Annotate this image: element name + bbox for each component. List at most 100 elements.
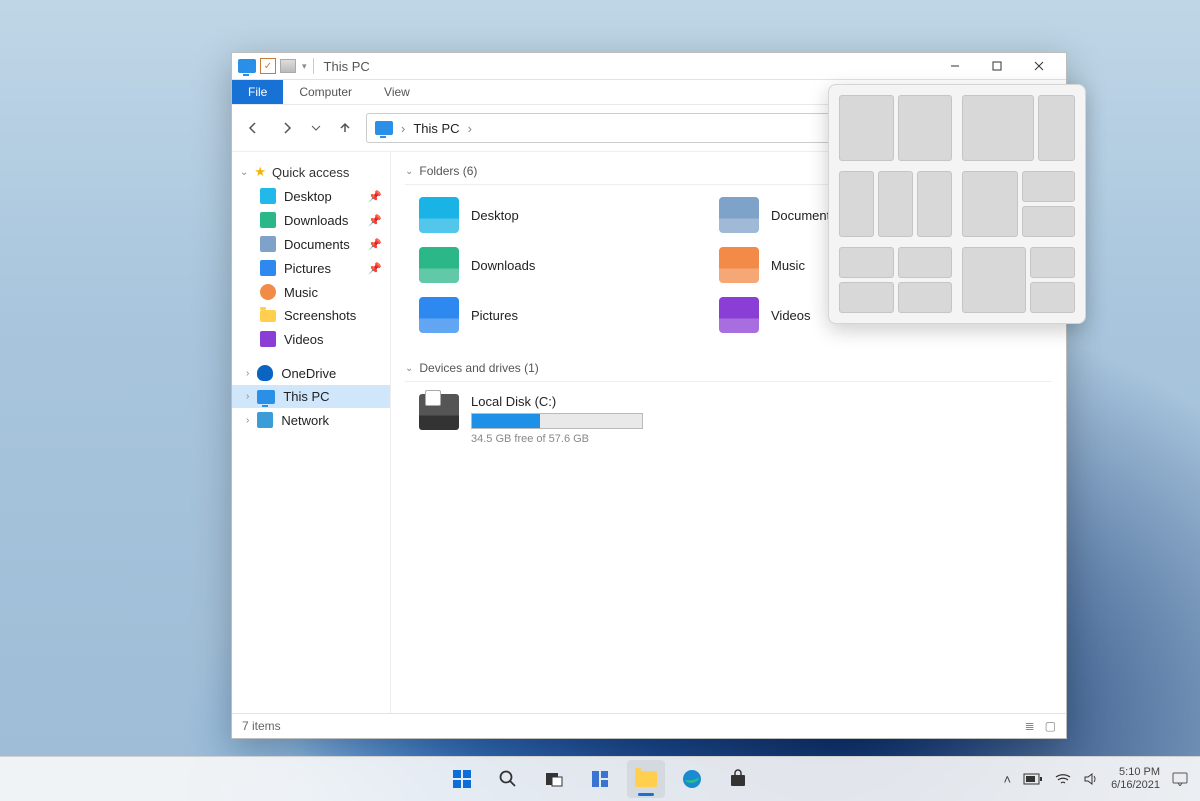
folder-icon [260, 310, 276, 322]
network-icon [257, 412, 273, 428]
folder-icon [719, 247, 759, 283]
pin-icon: 📌 [368, 214, 382, 227]
maximize-button[interactable] [976, 53, 1018, 79]
taskbar[interactable]: ˄ 5:10 PM 6/16/2021 [0, 756, 1200, 801]
drive-label: Local Disk (C:) [471, 394, 643, 409]
properties-icon[interactable]: ✓ [260, 58, 276, 74]
tab-computer[interactable]: Computer [283, 80, 368, 104]
pin-icon: 📌 [368, 190, 382, 203]
chevron-down-icon: ⌄ [240, 167, 248, 178]
folder-item[interactable]: Pictures [415, 293, 675, 337]
sidebar-item-onedrive[interactable]: ›OneDrive [232, 361, 390, 385]
back-button[interactable] [240, 115, 266, 141]
taskbar-edge[interactable] [673, 760, 711, 798]
folder-label: Downloads [471, 258, 535, 273]
folder-label: Desktop [471, 208, 519, 223]
pictures-icon [260, 260, 276, 276]
sidebar-item-network[interactable]: ›Network [232, 408, 390, 432]
statusbar: 7 items ≣ ▢ [232, 713, 1066, 738]
folder-label: Music [771, 258, 805, 273]
wifi-icon[interactable] [1055, 772, 1071, 786]
folder-icon [419, 297, 459, 333]
window-controls [934, 53, 1060, 79]
sidebar-item-pictures[interactable]: Pictures📌 [232, 256, 390, 280]
status-item-count: 7 items [242, 719, 281, 733]
close-button[interactable] [1018, 53, 1060, 79]
snap-option-quarters[interactable] [839, 247, 952, 313]
battery-icon[interactable] [1023, 773, 1043, 785]
chevron-down-icon: ⌄ [405, 166, 413, 177]
taskbar-file-explorer[interactable] [627, 760, 665, 798]
titlebar[interactable]: ✓ ▾ This PC [232, 53, 1066, 80]
cloud-icon [257, 365, 273, 381]
window-title: This PC [324, 59, 370, 74]
pin-icon: 📌 [368, 262, 382, 275]
tab-view[interactable]: View [368, 80, 426, 104]
desktop-icon [260, 188, 276, 204]
snap-option-quarter-right[interactable] [962, 171, 1075, 237]
taskbar-clock[interactable]: 5:10 PM 6/16/2021 [1111, 766, 1160, 791]
widgets-button[interactable] [581, 760, 619, 798]
taskbar-store[interactable] [719, 760, 757, 798]
sidebar-item-documents[interactable]: Documents📌 [232, 232, 390, 256]
sidebar-item-this-pc[interactable]: ›This PC [232, 385, 390, 408]
snap-option-left-big[interactable] [962, 247, 1075, 313]
notifications-icon[interactable] [1172, 772, 1188, 786]
separator [313, 58, 314, 74]
downloads-icon [260, 212, 276, 228]
chevron-right-icon: › [401, 121, 405, 136]
folder-icon [419, 247, 459, 283]
taskbar-center [443, 760, 757, 798]
folder-icon [719, 197, 759, 233]
sidebar-label: Quick access [272, 165, 349, 180]
sidebar-item-music[interactable]: Music [232, 280, 390, 304]
view-details-icon[interactable]: ≣ [1025, 719, 1035, 733]
search-button[interactable] [489, 760, 527, 798]
sidebar-item-downloads[interactable]: Downloads📌 [232, 208, 390, 232]
recent-dropdown[interactable] [308, 115, 324, 141]
chevron-right-icon[interactable]: › [468, 121, 472, 136]
view-large-icon[interactable]: ▢ [1045, 719, 1056, 733]
start-button[interactable] [443, 760, 481, 798]
minimize-button[interactable] [934, 53, 976, 79]
drive-item[interactable]: Local Disk (C:) 34.5 GB free of 57.6 GB [415, 390, 1052, 449]
drive-icon [419, 394, 459, 430]
forward-button[interactable] [274, 115, 300, 141]
tab-file[interactable]: File [232, 80, 283, 104]
drive-usage-bar [471, 413, 643, 429]
qat-dropdown-icon[interactable]: ▾ [302, 61, 307, 72]
chevron-right-icon: › [246, 415, 249, 426]
system-tray: ˄ 5:10 PM 6/16/2021 [1003, 766, 1200, 791]
address-segment[interactable]: This PC [413, 121, 459, 136]
qat-icon[interactable] [280, 59, 296, 73]
chevron-down-icon: ⌄ [405, 363, 413, 374]
chevron-right-icon: › [246, 391, 249, 402]
tray-overflow-icon[interactable]: ˄ [1003, 772, 1011, 787]
up-button[interactable] [332, 115, 358, 141]
clock-time: 5:10 PM [1119, 766, 1160, 779]
folder-item[interactable]: Desktop [415, 193, 675, 237]
address-this-pc-icon [375, 121, 393, 135]
sidebar-quick-access[interactable]: ⌄ ★ Quick access [232, 160, 390, 184]
music-icon [260, 284, 276, 300]
chevron-right-icon: › [246, 368, 249, 379]
snap-option-thirds[interactable] [839, 171, 952, 237]
drives-section-header[interactable]: ⌄ Devices and drives (1) [405, 355, 1052, 382]
navigation-pane: ⌄ ★ Quick access Desktop📌 Downloads📌 Doc… [232, 152, 391, 713]
folder-icon [719, 297, 759, 333]
folder-item[interactable]: Downloads [415, 243, 675, 287]
sidebar-item-videos[interactable]: Videos [232, 327, 390, 351]
folder-label: Documents [771, 208, 837, 223]
sidebar-item-desktop[interactable]: Desktop📌 [232, 184, 390, 208]
folder-icon [635, 771, 657, 787]
clock-date: 6/16/2021 [1111, 779, 1160, 792]
folder-icon [419, 197, 459, 233]
pin-icon: 📌 [368, 238, 382, 251]
task-view-button[interactable] [535, 760, 573, 798]
volume-icon[interactable] [1083, 772, 1099, 786]
snap-option-two-thirds[interactable] [962, 95, 1075, 161]
this-pc-icon [238, 59, 256, 73]
snap-option-half[interactable] [839, 95, 952, 161]
folder-label: Pictures [471, 308, 518, 323]
sidebar-item-screenshots[interactable]: Screenshots [232, 304, 390, 327]
